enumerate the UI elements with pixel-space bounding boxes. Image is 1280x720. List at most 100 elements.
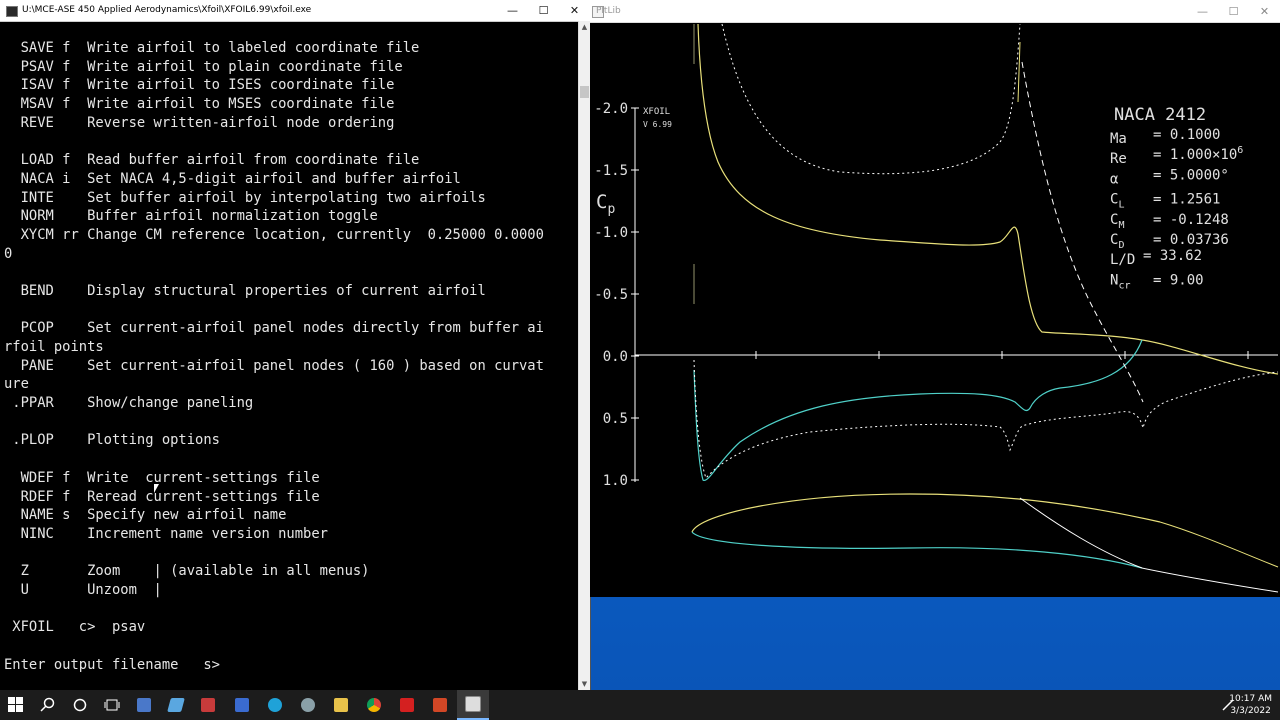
- console-line: PSAV f Write airfoil to plain coordinate…: [4, 58, 403, 75]
- app-icon-3: [201, 698, 215, 712]
- y-tick-label: 0.5: [603, 411, 628, 427]
- console-line: NINC Increment name version number: [4, 525, 328, 542]
- cp-plot: -2.0 -1.5 -1.0 -0.5 0.0 0.5 1.0 Cp XFOIL V 6.9…: [594, 23, 1279, 593]
- airfoil-shape: [691, 493, 1161, 533]
- console-line: LOAD f Read buffer airfoil from coordina…: [4, 152, 420, 169]
- app-icon-4: [235, 698, 249, 712]
- chrome-icon: [367, 698, 381, 712]
- calculator-icon: [137, 698, 151, 712]
- taskbar: 10:17 AM 3/3/2022: [0, 690, 1280, 720]
- console-line: SAVE f Write airfoil to labeled coordina…: [4, 40, 420, 56]
- console-line: Enter output filename s>: [4, 656, 220, 673]
- app-icon-6: [301, 698, 315, 712]
- taskbar-app-explorer[interactable]: [325, 690, 357, 720]
- taskbar-app-edge[interactable]: [259, 690, 291, 720]
- console-line: MSAV f Write airfoil to MSES coordinate …: [4, 96, 395, 113]
- plot-minimize-button[interactable]: —: [1187, 1, 1218, 22]
- console-line: XYCM rr Change CM reference location, cu…: [4, 226, 544, 243]
- taskbar-clock[interactable]: 10:17 AM 3/3/2022: [1229, 693, 1272, 717]
- lower-cp-curve: [693, 339, 1143, 481]
- wake-upper: [1159, 521, 1279, 568]
- wake-lower: [1141, 567, 1279, 593]
- plot-window-title: PltLib: [596, 6, 621, 16]
- taskbar-app-xfoil-active[interactable]: [457, 690, 489, 720]
- airfoil-name: NACA 2412: [1114, 105, 1206, 125]
- taskbar-app-4[interactable]: [226, 690, 258, 720]
- folder-icon: [334, 698, 348, 712]
- stat-line: L/D = 33.62: [1110, 248, 1202, 268]
- console-line: BEND Display structural properties of cu…: [4, 282, 486, 299]
- xfoil-badge: XFOIL: [643, 107, 670, 117]
- console-line: rfoil points: [4, 339, 104, 355]
- scroll-down-arrow-icon[interactable]: ▼: [579, 678, 590, 690]
- search-icon: [40, 697, 55, 712]
- task-view-icon: [104, 699, 120, 711]
- console-line: WDEF f Write current-settings file: [4, 469, 320, 486]
- taskbar-app-6[interactable]: [292, 690, 324, 720]
- taskbar-app-chrome[interactable]: [358, 690, 390, 720]
- console-line: 0: [4, 245, 13, 262]
- scrollbar-thumb[interactable]: [580, 86, 589, 98]
- y-tick-label: -0.5: [594, 287, 628, 303]
- taskbar-app-calculator[interactable]: [128, 690, 160, 720]
- console-line: ISAV f Write airfoil to ISES coordinate …: [4, 77, 395, 94]
- windows-logo-icon: [8, 697, 23, 712]
- console-line: NACA i Set NACA 4,5-digit airfoil and bu…: [4, 170, 461, 187]
- console-line: RDEF f Reread current-settings file: [4, 488, 320, 505]
- console-window-icon: [465, 696, 481, 712]
- pltlib-plot-window[interactable]: PltLib — ☐ ✕ -2.0 -1.5 -1.0 -0.5 0.0 0.5 1.0 Cp …: [590, 0, 1280, 597]
- close-button[interactable]: ✕: [559, 0, 590, 21]
- console-line: REVE Reverse written-airfoil node orderi…: [4, 114, 395, 131]
- taskbar-app-powerpoint[interactable]: [424, 690, 456, 720]
- console-line: Z Zoom | (available in all menus): [4, 563, 370, 580]
- stat-line: CL = 1.2561: [1110, 192, 1220, 211]
- console-scrollbar[interactable]: ▲ ▼: [578, 21, 590, 690]
- console-line: ure: [4, 376, 29, 393]
- mouse-cursor: [154, 484, 159, 493]
- task-view-button[interactable]: [96, 690, 128, 720]
- console-line: .PPAR Show/change paneling: [4, 395, 254, 412]
- console-app-icon: [6, 6, 18, 17]
- xfoil-console-window[interactable]: U:\MCE-ASE 450 Applied Aerodynamics\Xfoi…: [0, 0, 591, 690]
- start-button[interactable]: [0, 690, 32, 720]
- cp-axis-label: Cp: [596, 191, 615, 217]
- minimize-button[interactable]: —: [497, 0, 528, 21]
- app-icon-2: [167, 698, 185, 712]
- y-tick-label: -2.0: [594, 101, 628, 117]
- plot-maximize-button[interactable]: ☐: [1218, 1, 1249, 22]
- inviscid-upper-curve: [721, 23, 1021, 175]
- stat-line: Ma = 0.1000: [1110, 127, 1220, 147]
- console-line: XFOIL c> psav: [4, 619, 146, 636]
- stat-line: Ncr = 9.00: [1110, 272, 1204, 291]
- console-titlebar[interactable]: U:\MCE-ASE 450 Applied Aerodynamics\Xfoi…: [0, 0, 590, 22]
- scroll-up-arrow-icon[interactable]: ▲: [579, 21, 590, 33]
- edge-icon: [268, 698, 282, 712]
- taskbar-app-acrobat[interactable]: [391, 690, 423, 720]
- te-spike: [1017, 41, 1021, 103]
- maximize-button[interactable]: ☐: [528, 0, 559, 21]
- acrobat-icon: [400, 698, 414, 712]
- powerpoint-icon: [433, 698, 447, 712]
- y-tick-label: -1.0: [594, 225, 628, 241]
- plot-close-button[interactable]: ✕: [1249, 1, 1280, 22]
- console-window-title: U:\MCE-ASE 450 Applied Aerodynamics\Xfoi…: [22, 5, 312, 15]
- search-taskbar-button[interactable]: [32, 690, 64, 720]
- console-output[interactable]: SAVE f Write airfoil to labeled coordina…: [4, 39, 578, 689]
- console-line: INTE Set buffer airfoil by interpolating…: [4, 189, 486, 206]
- y-tick-label: 0.0: [603, 349, 628, 365]
- console-line: NAME s Specify new airfoil name: [4, 507, 287, 524]
- taskbar-app-2[interactable]: [160, 690, 192, 720]
- cortana-circle-icon: [73, 698, 87, 712]
- console-line: PANE Set current-airfoil panel nodes ( 1…: [4, 357, 544, 374]
- plot-titlebar[interactable]: PltLib — ☐ ✕: [590, 0, 1280, 23]
- cortana-button[interactable]: [64, 690, 96, 720]
- taskbar-app-3[interactable]: [192, 690, 224, 720]
